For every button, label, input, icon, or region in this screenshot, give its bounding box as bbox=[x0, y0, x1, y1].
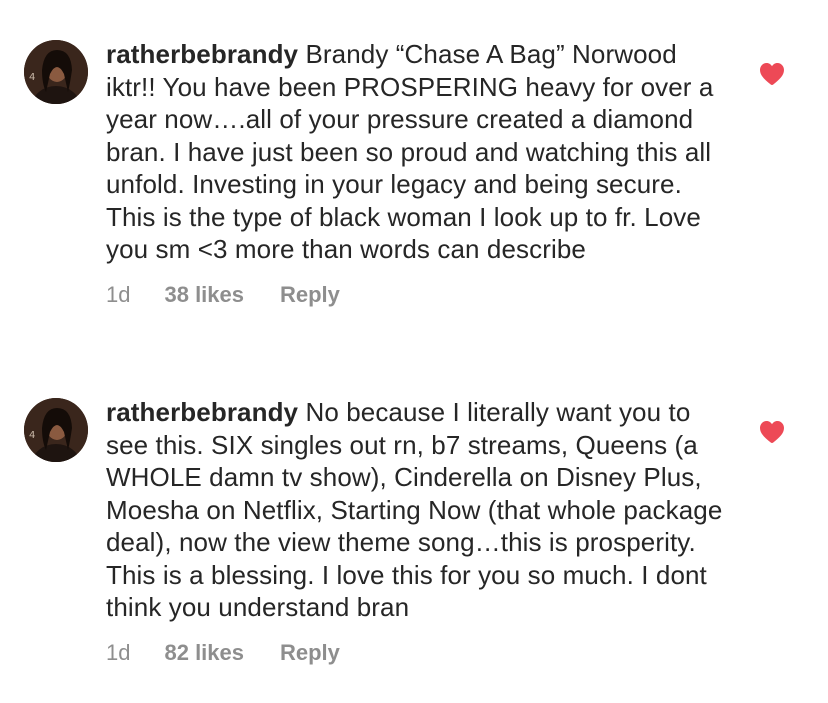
comment-body: ratherbebrandy No because I literally wa… bbox=[106, 396, 726, 666]
reply-button[interactable]: Reply bbox=[280, 282, 340, 308]
comment-text-block: ratherbebrandy No because I literally wa… bbox=[106, 396, 726, 624]
svg-text:4: 4 bbox=[29, 430, 35, 441]
comment-username[interactable]: ratherbebrandy bbox=[106, 397, 298, 427]
comment-username[interactable]: ratherbebrandy bbox=[106, 39, 298, 69]
comment-text: Brandy “Chase A Bag” Norwood iktr!! You … bbox=[106, 39, 714, 264]
comment-timestamp: 1d bbox=[106, 281, 131, 307]
svg-text:4: 4 bbox=[29, 72, 35, 83]
comment-text: No because I literally want you to see t… bbox=[106, 397, 723, 622]
avatar[interactable]: 4 bbox=[24, 40, 88, 104]
heart-filled-icon[interactable] bbox=[759, 62, 785, 86]
heart-filled-icon[interactable] bbox=[759, 420, 785, 444]
comment-text-block: ratherbebrandy Brandy “Chase A Bag” Norw… bbox=[106, 38, 726, 266]
reply-button[interactable]: Reply bbox=[280, 640, 340, 666]
comment-likes-count[interactable]: 38 likes bbox=[164, 282, 244, 308]
comment-body: ratherbebrandy Brandy “Chase A Bag” Norw… bbox=[106, 38, 726, 308]
comment-meta: 1d 38 likes Reply bbox=[106, 282, 726, 308]
comment-meta: 1d 82 likes Reply bbox=[106, 640, 726, 666]
comment-likes-count[interactable]: 82 likes bbox=[164, 640, 244, 666]
avatar[interactable]: 4 bbox=[24, 398, 88, 462]
comment-timestamp: 1d bbox=[106, 639, 131, 665]
